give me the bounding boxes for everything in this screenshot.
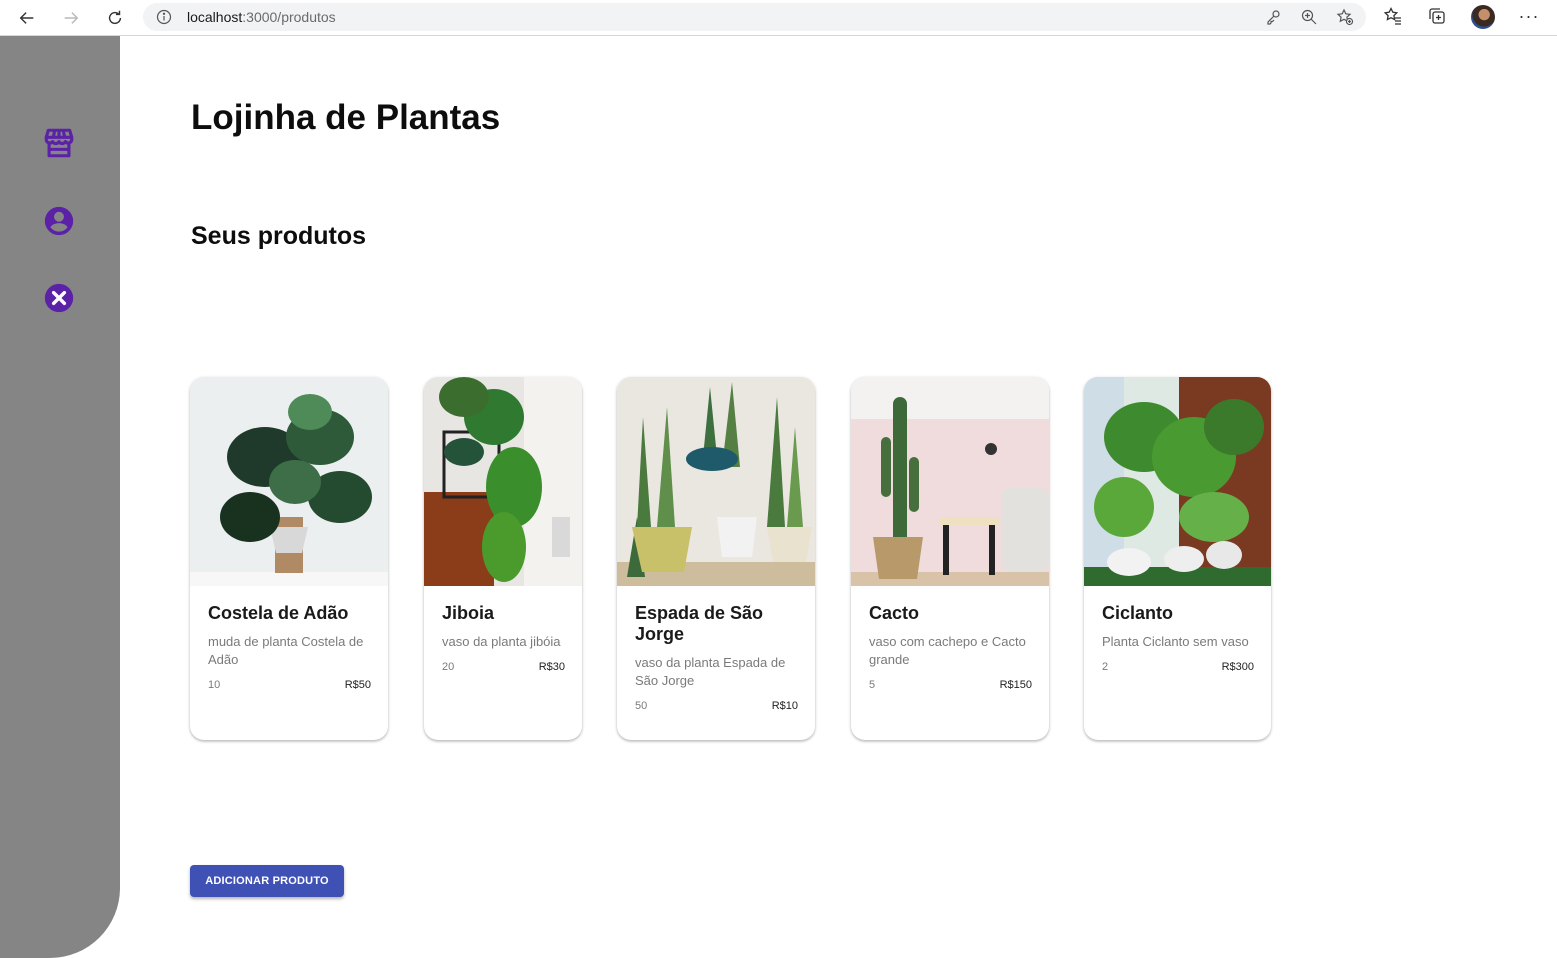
profile-avatar[interactable] [1471,5,1495,29]
product-image [190,377,388,586]
url-path: :3000/produtos [242,9,336,25]
section-title: Seus produtos [191,222,367,250]
account-circle-icon[interactable] [41,203,77,239]
browser-toolbar: localhost:3000/produtos ··· [0,0,1557,36]
product-description: Planta Ciclanto sem vaso [1102,634,1249,649]
card-body: Ciclanto Planta Ciclanto sem vaso 2 R$30… [1102,603,1254,674]
card-footer: 5 R$150 [869,678,1032,692]
card-body: Cacto vaso com cachepo e Cacto grande 5 … [869,603,1032,692]
card-body: Espada de São Jorge vaso da planta Espad… [635,603,798,713]
product-quantity: 2 [1102,661,1109,673]
url-text[interactable]: localhost:3000/produtos [187,9,336,25]
product-name: Costela de Adão [208,603,349,623]
add-product-button[interactable]: ADICIONAR PRODUTO [190,865,344,897]
key-icon[interactable] [1264,8,1282,26]
product-description: vaso da planta Espada de São Jorge [635,655,786,688]
page-title: Lojinha de Plantas [191,98,501,137]
card-footer: 50 R$10 [635,699,798,713]
product-quantity: 50 [635,700,648,712]
product-image [1084,377,1271,586]
product-price: R$50 [344,679,371,691]
cancel-circle-icon[interactable] [41,280,77,316]
product-description: vaso da planta jibóia [442,634,561,649]
product-name: Ciclanto [1102,603,1174,623]
product-price: R$150 [999,679,1032,691]
card-footer: 2 R$300 [1102,660,1254,674]
product-name: Jiboia [442,603,495,623]
product-price: R$300 [1221,661,1254,673]
url-host: localhost [187,9,243,25]
product-price: R$30 [538,661,565,673]
back-arrow-icon[interactable] [13,4,41,32]
product-price: R$10 [771,700,798,712]
product-card[interactable]: Espada de São Jorge vaso da planta Espad… [617,377,815,740]
product-card[interactable]: Ciclanto Planta Ciclanto sem vaso 2 R$30… [1084,377,1271,740]
favorites-icon[interactable] [1383,6,1403,26]
product-card[interactable]: Cacto vaso com cachepo e Cacto grande 5 … [851,377,1049,740]
add-favorite-icon[interactable] [1336,8,1354,26]
card-body: Costela de Adão muda de planta Costela d… [208,603,371,692]
product-description: muda de planta Costela de Adão [208,634,364,667]
product-description: vaso com cachepo e Cacto grande [869,634,1026,667]
product-image [424,377,582,586]
more-icon[interactable]: ··· [1517,4,1541,28]
product-quantity: 5 [869,679,876,691]
store-icon[interactable] [41,125,77,161]
product-card[interactable]: Jiboia vaso da planta jibóia 20 R$30 [424,377,582,740]
product-card[interactable]: Costela de Adão muda de planta Costela d… [190,377,388,740]
product-quantity: 10 [208,679,221,691]
product-name: Cacto [869,603,920,623]
info-icon[interactable] [156,9,172,25]
address-bar[interactable]: localhost:3000/produtos [143,3,1366,31]
card-footer: 20 R$30 [442,660,565,674]
zoom-icon[interactable] [1300,8,1318,26]
card-body: Jiboia vaso da planta jibóia 20 R$30 [442,603,565,674]
collections-icon[interactable] [1427,6,1447,26]
product-name: Espada de São Jorge [635,603,764,644]
reload-icon[interactable] [101,4,129,32]
card-footer: 10 R$50 [208,678,371,692]
forward-arrow-icon[interactable] [57,4,85,32]
product-image [851,377,1049,586]
product-quantity: 20 [442,661,455,673]
sidebar [0,36,120,958]
product-image [617,377,815,586]
